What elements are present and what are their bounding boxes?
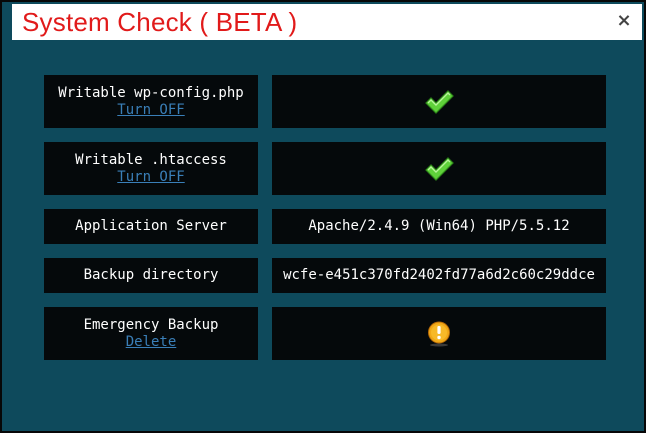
row-value: wcfe-e451c370fd2402fd77a6d2c60c29ddce: [283, 267, 595, 283]
label-writable-htaccess: Writable .htaccess Turn OFF: [44, 142, 258, 195]
label-backup-directory: Backup directory: [44, 258, 258, 293]
check-icon: [425, 156, 454, 181]
label-application-server: Application Server: [44, 209, 258, 244]
dialog-title: System Check ( BETA ): [22, 7, 298, 37]
row-label: Backup directory: [83, 267, 219, 283]
dialog-titlebar: System Check ( BETA ) ×: [12, 4, 642, 40]
turn-off-htaccess-link[interactable]: Turn OFF: [117, 169, 184, 186]
row-label: Writable wp-config.php: [58, 84, 244, 101]
value-backup-directory: wcfe-e451c370fd2402fd77a6d2c60c29ddce: [272, 258, 606, 293]
close-icon[interactable]: ×: [614, 11, 634, 31]
value-application-server: Apache/2.4.9 (Win64) PHP/5.5.12: [272, 209, 606, 244]
row-value: Apache/2.4.9 (Win64) PHP/5.5.12: [308, 218, 570, 234]
check-icon: [425, 89, 454, 114]
value-emergency-backup: [272, 307, 606, 360]
turn-off-wp-config-link[interactable]: Turn OFF: [117, 102, 184, 119]
value-writable-wp-config: [272, 75, 606, 128]
value-writable-htaccess: [272, 142, 606, 195]
label-emergency-backup: Emergency Backup Delete: [44, 307, 258, 360]
row-label: Writable .htaccess: [75, 151, 227, 168]
warning-icon: [428, 321, 450, 346]
delete-emergency-backup-link[interactable]: Delete: [126, 334, 177, 351]
row-label: Application Server: [75, 218, 227, 234]
label-writable-wp-config: Writable wp-config.php Turn OFF: [44, 75, 258, 128]
row-label: Emergency Backup: [83, 316, 219, 333]
